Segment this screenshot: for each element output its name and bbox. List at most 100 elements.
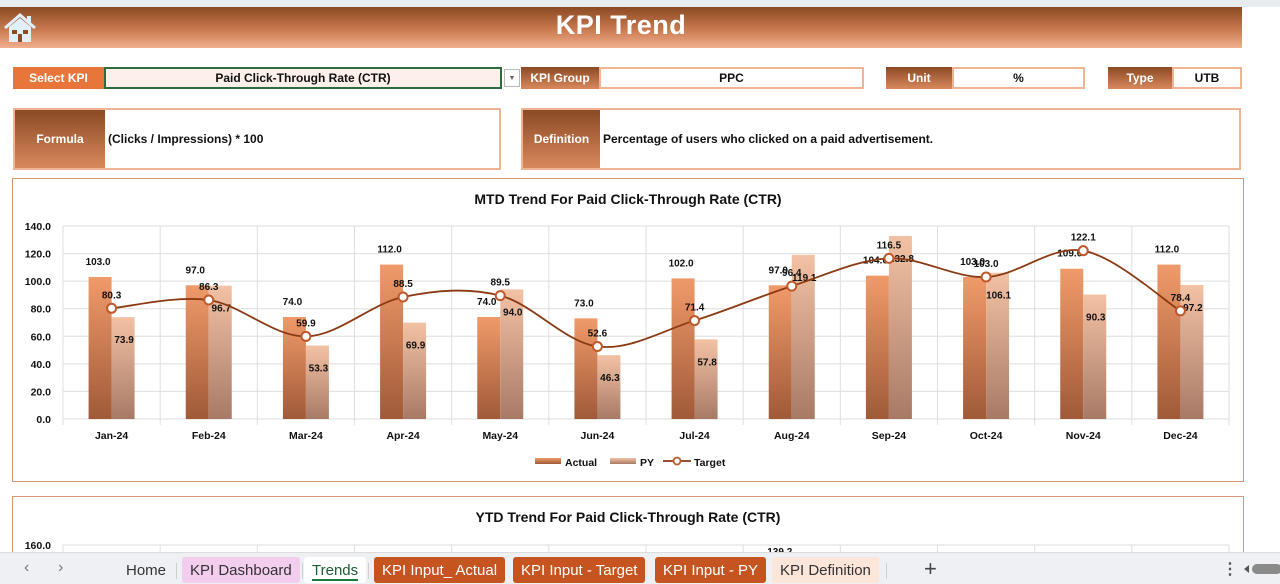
bar-actual bbox=[768, 285, 792, 419]
data-label-py: 90.3 bbox=[1086, 313, 1106, 324]
x-tick-label: Sep-24 bbox=[872, 430, 907, 442]
tab-trends[interactable]: Trends bbox=[304, 557, 367, 583]
data-label-actual: 73.0 bbox=[574, 298, 594, 309]
next-sheet-icon[interactable]: › bbox=[58, 559, 63, 577]
data-label-target: 59.9 bbox=[296, 318, 316, 329]
mtd-chart-card: MTD Trend For Paid Click-Through Rate (C… bbox=[12, 178, 1244, 482]
tab-separator bbox=[176, 563, 177, 579]
more-options-icon[interactable]: ⋮ bbox=[1222, 559, 1238, 579]
data-label-target: 116.5 bbox=[877, 240, 902, 251]
data-label-target: 89.5 bbox=[491, 278, 511, 289]
x-tick-label: Dec-24 bbox=[1163, 430, 1198, 442]
target-marker bbox=[397, 291, 409, 303]
tab-kpi-input-target[interactable]: KPI Input - Target bbox=[513, 557, 646, 583]
target-marker bbox=[689, 315, 701, 327]
tab-separator bbox=[368, 563, 369, 579]
data-label-target: 52.6 bbox=[588, 328, 608, 339]
formula-label: Formula bbox=[15, 110, 105, 168]
target-marker bbox=[980, 271, 992, 283]
target-marker bbox=[1077, 245, 1089, 257]
tab-kpi-input-actual[interactable]: KPI Input_ Actual bbox=[374, 557, 506, 583]
tab-kpi-definition[interactable]: KPI Definition bbox=[772, 557, 879, 583]
target-marker bbox=[883, 252, 895, 264]
data-label-py: 69.9 bbox=[406, 341, 426, 352]
legend-label-actual: Actual bbox=[565, 457, 597, 469]
data-label-target: 86.3 bbox=[199, 282, 219, 293]
data-label-actual: 102.0 bbox=[669, 258, 694, 269]
data-label-actual: 97.0 bbox=[186, 265, 206, 276]
legend-swatch-py bbox=[610, 458, 636, 464]
legend-marker-target bbox=[672, 456, 682, 466]
data-label-target: 78.4 bbox=[1171, 293, 1191, 304]
data-label-actual: 103.0 bbox=[86, 257, 111, 268]
type-label: Type bbox=[1108, 67, 1172, 89]
data-label-actual: 74.0 bbox=[283, 297, 303, 308]
kpi-selector: Select KPI Paid Click-Through Rate (CTR)… bbox=[13, 67, 520, 89]
mtd-chart: 0.0 20.0 40.0 60.0 80.0 100.0 120.0 140.0 103.0 7… bbox=[25, 221, 1230, 469]
x-tick-label: Jun-24 bbox=[580, 430, 614, 442]
y-tick-label: 100.0 bbox=[25, 276, 51, 288]
add-sheet-icon[interactable]: + bbox=[924, 556, 937, 582]
header-banner: KPI Trend bbox=[0, 7, 1242, 48]
x-tick-label: Nov-24 bbox=[1066, 430, 1101, 442]
x-tick-label: May-24 bbox=[482, 430, 518, 442]
tab-kpi-input-py[interactable]: KPI Input - PY bbox=[655, 557, 767, 583]
formula-value: (Clicks / Impressions) * 100 bbox=[108, 132, 264, 146]
bar-actual bbox=[865, 275, 889, 419]
horizontal-scrollbar[interactable] bbox=[1244, 564, 1280, 574]
page-title: KPI Trend bbox=[555, 10, 687, 40]
tab-trends-label: Trends bbox=[312, 561, 359, 579]
x-tick-label: Jul-24 bbox=[679, 430, 710, 442]
definition-value: Percentage of users who clicked on a pai… bbox=[603, 132, 934, 146]
type-field: Type UTB bbox=[1108, 67, 1242, 89]
kpi-select-input[interactable]: Paid Click-Through Rate (CTR) bbox=[104, 67, 502, 89]
unit-label: Unit bbox=[886, 67, 952, 89]
y-tick-label: 40.0 bbox=[31, 359, 52, 371]
prev-sheet-icon[interactable]: ‹ bbox=[24, 559, 29, 577]
kpi-group-label: KPI Group bbox=[521, 67, 599, 89]
x-tick-label: Apr-24 bbox=[386, 430, 419, 442]
tab-home[interactable]: Home bbox=[118, 557, 174, 583]
data-label-py: 94.0 bbox=[503, 307, 523, 318]
active-tab-underline bbox=[312, 579, 359, 581]
data-label-py: 46.3 bbox=[600, 373, 620, 384]
data-label-target: 71.4 bbox=[685, 303, 705, 314]
target-marker bbox=[786, 280, 798, 292]
target-marker bbox=[494, 290, 506, 302]
data-label-actual: 112.0 bbox=[1155, 245, 1180, 256]
x-tick-label: Oct-24 bbox=[970, 430, 1003, 442]
bar-py bbox=[597, 355, 621, 419]
scroll-left-icon[interactable] bbox=[1244, 565, 1249, 573]
bar-actual bbox=[671, 278, 695, 419]
kpi-group-value: PPC bbox=[599, 67, 864, 89]
y-tick-label: 20.0 bbox=[31, 386, 52, 398]
data-label-py: 53.3 bbox=[309, 364, 329, 375]
data-label-actual: 112.0 bbox=[377, 245, 402, 256]
data-label-target: 80.3 bbox=[102, 290, 122, 301]
legend-label-py: PY bbox=[640, 457, 654, 469]
target-marker bbox=[106, 302, 118, 314]
x-tick-label: Mar-24 bbox=[289, 430, 323, 442]
data-label-target: 96.4 bbox=[782, 268, 802, 279]
y-tick-label: 120.0 bbox=[25, 249, 51, 261]
x-tick-label: Feb-24 bbox=[192, 430, 226, 442]
select-kpi-label: Select KPI bbox=[13, 67, 104, 89]
bar-actual bbox=[1157, 264, 1181, 419]
tab-kpi-dashboard[interactable]: KPI Dashboard bbox=[182, 557, 300, 583]
bar-py bbox=[305, 345, 329, 419]
unit-field: Unit % bbox=[886, 67, 1085, 89]
scrollbar-thumb[interactable] bbox=[1252, 564, 1280, 574]
data-label-py: 106.1 bbox=[986, 291, 1011, 302]
kpi-group-field: KPI Group PPC bbox=[521, 67, 864, 89]
bar-py bbox=[694, 339, 718, 419]
y-tick-label: 140.0 bbox=[25, 221, 51, 233]
y-tick-label: 60.0 bbox=[31, 331, 52, 343]
unit-value: % bbox=[952, 67, 1085, 89]
y-tick-label: 0.0 bbox=[36, 414, 51, 426]
data-label-target: 122.1 bbox=[1071, 233, 1096, 244]
y-tick-label: 160.0 bbox=[25, 540, 51, 552]
bar-actual bbox=[185, 285, 209, 419]
x-tick-label: Jan-24 bbox=[95, 430, 128, 442]
legend-swatch-actual bbox=[535, 458, 561, 464]
dropdown-arrow-icon[interactable]: ▼ bbox=[504, 69, 520, 87]
